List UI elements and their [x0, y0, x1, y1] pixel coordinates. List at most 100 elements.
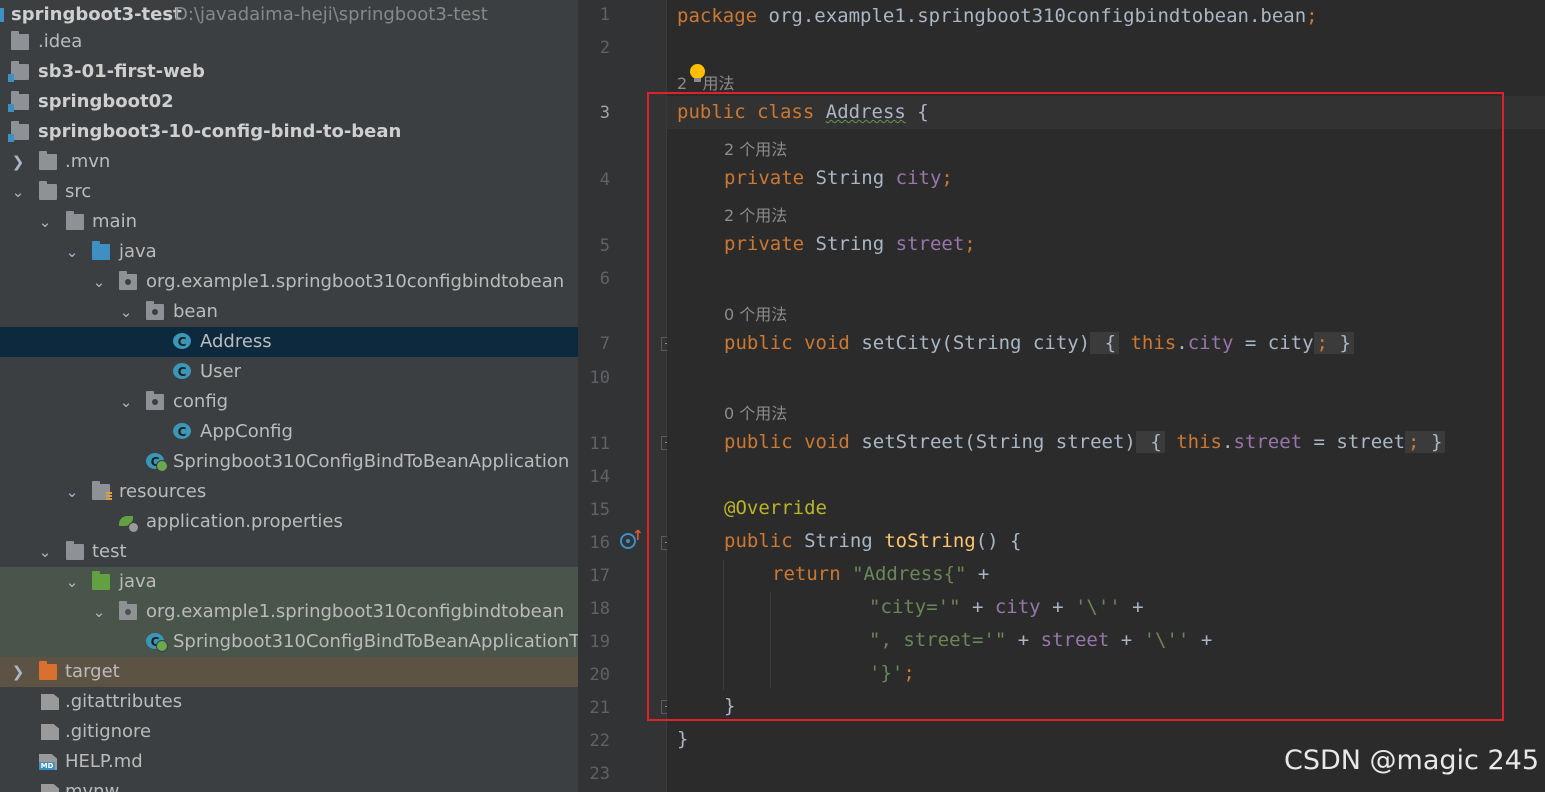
tree-item-label: main: [92, 211, 137, 232]
chevron-right-icon[interactable]: ❯: [11, 147, 25, 177]
line-number: 23: [589, 764, 610, 784]
excluded-folder-icon: [39, 661, 57, 680]
tree-item-label: mvnw: [65, 781, 120, 792]
chevron-down-icon[interactable]: ⌄: [119, 387, 133, 417]
package-icon: [119, 601, 137, 620]
tree-item-gitignore[interactable]: .gitignore: [0, 717, 578, 747]
package-icon: [119, 271, 137, 290]
tree-item-java-main[interactable]: ⌄ java: [0, 237, 578, 267]
project-path: D:\javadaima-heji\springboot3-test: [174, 4, 488, 25]
tree-item-gitattributes[interactable]: .gitattributes: [0, 687, 578, 717]
tree-item-label: Springboot310ConfigBindToBeanApplication: [173, 451, 570, 472]
chevron-down-icon[interactable]: ⌄: [119, 297, 133, 327]
line-number: 2: [599, 38, 610, 58]
chevron-down-icon[interactable]: ⌄: [65, 237, 79, 267]
tree-item-label: springboot3-10-config-bind-to-bean: [38, 121, 402, 142]
module-folder-icon: [8, 121, 29, 142]
tree-item-main[interactable]: ⌄ main: [0, 207, 578, 237]
tree-item-mvnw[interactable]: mvnw: [0, 777, 578, 792]
folder-icon: [66, 541, 84, 560]
tree-item-application-properties[interactable]: application.properties: [0, 507, 578, 537]
line-number: 19: [589, 632, 610, 652]
tree-item-label: resources: [119, 481, 207, 502]
tree-item-label: java: [119, 571, 157, 592]
chevron-down-icon[interactable]: ⌄: [11, 177, 25, 207]
package-icon: [146, 301, 164, 320]
tree-item-application-class[interactable]: C Springboot310ConfigBindToBeanApplicati…: [0, 447, 578, 477]
tree-item-label: springboot02: [38, 91, 174, 112]
tree-item-bean[interactable]: ⌄ bean: [0, 297, 578, 327]
tree-item-label: User: [200, 361, 242, 382]
source-folder-icon: [92, 241, 110, 260]
chevron-down-icon[interactable]: ⌄: [65, 477, 79, 507]
module-folder-icon: [8, 61, 29, 82]
tree-item-label: .gitignore: [65, 721, 152, 742]
line-number: 4: [599, 170, 610, 190]
line-number: 22: [589, 731, 610, 751]
folder-icon: [11, 31, 29, 50]
tree-item-address[interactable]: C Address: [0, 327, 578, 357]
tree-root-springboot3-test[interactable]: springboot3-test D:\javadaima-heji\spring…: [0, 0, 578, 30]
file-icon: [41, 724, 59, 740]
tree-item-target[interactable]: ❯ target: [0, 657, 578, 687]
override-arrow-icon: ↑: [632, 528, 644, 544]
line-number: 14: [589, 467, 610, 487]
package-icon: [146, 391, 164, 410]
lightbulb-icon[interactable]: [690, 64, 705, 82]
tree-item-springboot3-10-config-bind-to-bean[interactable]: springboot3-10-config-bind-to-bean: [0, 117, 578, 147]
tree-item-label: .gitattributes: [65, 691, 183, 712]
line-number: 10: [589, 368, 610, 388]
chevron-down-icon[interactable]: ⌄: [92, 597, 106, 627]
tree-item-label: test: [92, 541, 127, 562]
line-number: 6: [599, 269, 610, 289]
class-icon: C: [173, 423, 191, 439]
properties-file-icon: [119, 514, 139, 533]
chevron-down-icon[interactable]: ⌄: [38, 537, 52, 567]
tree-item-label: Springboot310ConfigBindToBeanApplication…: [173, 631, 578, 652]
code-line-22: }: [677, 728, 689, 750]
chevron-down-icon[interactable]: ⌄: [65, 567, 79, 597]
tree-item-label: src: [65, 181, 92, 202]
class-icon: C: [173, 363, 191, 379]
highlight-box: [647, 92, 1504, 721]
module-folder-icon: [8, 91, 29, 112]
project-tree: springboot3-test D:\javadaima-heji\spring…: [0, 0, 578, 792]
tree-item-label: HELP.md: [65, 751, 143, 772]
tree-item-label: .mvn: [65, 151, 111, 172]
tree-item-java-test[interactable]: ⌄ java: [0, 567, 578, 597]
tree-item-package-test[interactable]: ⌄ org.example1.springboot310configbindto…: [0, 597, 578, 627]
chevron-down-icon[interactable]: ⌄: [38, 207, 52, 237]
line-number: 20: [589, 665, 610, 685]
line-number: 7: [599, 334, 610, 354]
markdown-file-icon: [39, 754, 57, 770]
tree-item-idea[interactable]: .idea: [0, 27, 578, 57]
line-number: 16: [589, 533, 610, 553]
tree-item-label: application.properties: [146, 511, 343, 532]
tree-item-label: Address: [200, 331, 272, 352]
tree-item-resources[interactable]: ⌄ resources: [0, 477, 578, 507]
tree-item-label: AppConfig: [200, 421, 293, 442]
tree-item-appconfig[interactable]: C AppConfig: [0, 417, 578, 447]
tree-item-src[interactable]: ⌄ src: [0, 177, 578, 207]
watermark: CSDN @magic 245: [1283, 745, 1539, 776]
chevron-right-icon[interactable]: ❯: [11, 657, 25, 687]
tree-item-label: org.example1.springboot310configbindtobe…: [146, 601, 565, 622]
tree-item-package-main[interactable]: ⌄ org.example1.springboot310configbindto…: [0, 267, 578, 297]
tree-item-mvn[interactable]: ❯ .mvn: [0, 147, 578, 177]
tree-item-sb3-01-first-web[interactable]: sb3-01-first-web: [0, 57, 578, 87]
class-icon: C: [173, 333, 191, 349]
tree-item-springboot02[interactable]: springboot02: [0, 87, 578, 117]
tree-item-label: target: [65, 661, 120, 682]
folder-icon: [39, 151, 57, 170]
tree-item-user[interactable]: C User: [0, 357, 578, 387]
tree-item-test[interactable]: ⌄ test: [0, 537, 578, 567]
line-number: 5: [599, 236, 610, 256]
tree-item-help-md[interactable]: HELP.md: [0, 747, 578, 777]
tree-item-application-tests[interactable]: C Springboot310ConfigBindToBeanApplicati…: [0, 627, 578, 657]
line-number: 15: [589, 500, 610, 520]
usages-hint[interactable]: 2 用法: [677, 70, 734, 94]
tree-item-config[interactable]: ⌄ config: [0, 387, 578, 417]
line-number: 11: [589, 434, 610, 454]
file-icon: [41, 784, 59, 792]
chevron-down-icon[interactable]: ⌄: [92, 267, 106, 297]
